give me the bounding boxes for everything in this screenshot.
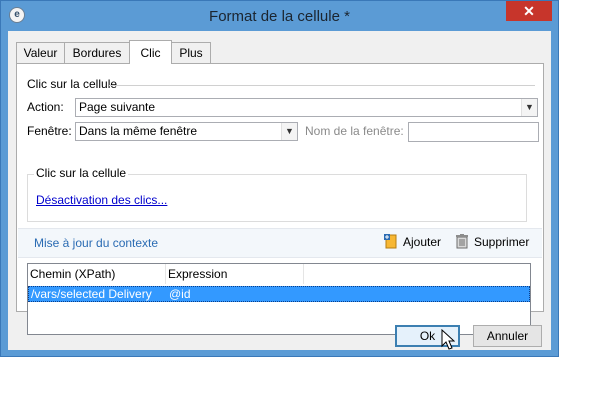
add-button[interactable]: Ajouter: [403, 235, 441, 249]
tab-panel-clic: Clic sur la cellule Action: Page suivant…: [16, 63, 544, 335]
column-header-expression[interactable]: Expression: [166, 264, 304, 284]
table-header: Chemin (XPath) Expression: [28, 264, 530, 284]
context-toolbar: Mise à jour du contexte Ajouter Supprime…: [18, 228, 542, 258]
chevron-down-icon[interactable]: ▼: [281, 123, 297, 140]
window-label: Fenêtre:: [27, 124, 72, 138]
window-select-value: Dans la même fenêtre: [79, 124, 198, 138]
sub-group-label: Clic sur la cellule: [34, 166, 129, 180]
trash-icon[interactable]: [454, 233, 470, 249]
group-divider: [109, 85, 535, 86]
action-select[interactable]: Page suivante ▼: [75, 98, 538, 117]
delete-button[interactable]: Supprimer: [474, 235, 529, 249]
title-bar[interactable]: e Format de la cellule * ✕: [1, 1, 558, 31]
disable-clicks-link[interactable]: Désactivation des clics...: [36, 193, 167, 207]
add-icon[interactable]: [383, 233, 399, 249]
click-group-label: Clic sur la cellule: [27, 77, 118, 91]
window-select[interactable]: Dans la même fenêtre ▼: [75, 122, 298, 141]
tab-valeur[interactable]: Valeur: [16, 42, 65, 63]
table-cell-expression[interactable]: @id: [167, 287, 305, 301]
mouse-cursor-icon: [441, 329, 455, 350]
chevron-down-icon[interactable]: ▼: [521, 99, 537, 116]
window-name-label: Nom de la fenêtre:: [305, 124, 404, 138]
dialog-client-area: Valeur Bordures Clic Plus Clic sur la ce…: [8, 31, 551, 350]
window-title: Format de la cellule *: [209, 8, 350, 25]
window-name-input[interactable]: [408, 122, 539, 142]
column-header-path[interactable]: Chemin (XPath): [28, 264, 166, 284]
tab-plus[interactable]: Plus: [171, 42, 211, 63]
disable-clicks-group: Clic sur la cellule Désactivation des cl…: [27, 166, 527, 222]
dialog-window: e Format de la cellule * ✕ Valeur Bordur…: [0, 0, 559, 357]
table-cell-path[interactable]: /vars/selected Delivery: [29, 287, 167, 301]
close-button[interactable]: ✕: [506, 1, 552, 21]
context-title: Mise à jour du contexte: [34, 236, 159, 250]
cancel-button[interactable]: Annuler: [473, 325, 542, 347]
action-label: Action:: [27, 100, 64, 114]
table-row[interactable]: /vars/selected Delivery @id: [28, 286, 530, 302]
tab-bordures[interactable]: Bordures: [64, 42, 130, 63]
tab-clic[interactable]: Clic: [129, 40, 172, 64]
action-select-value: Page suivante: [79, 100, 156, 114]
